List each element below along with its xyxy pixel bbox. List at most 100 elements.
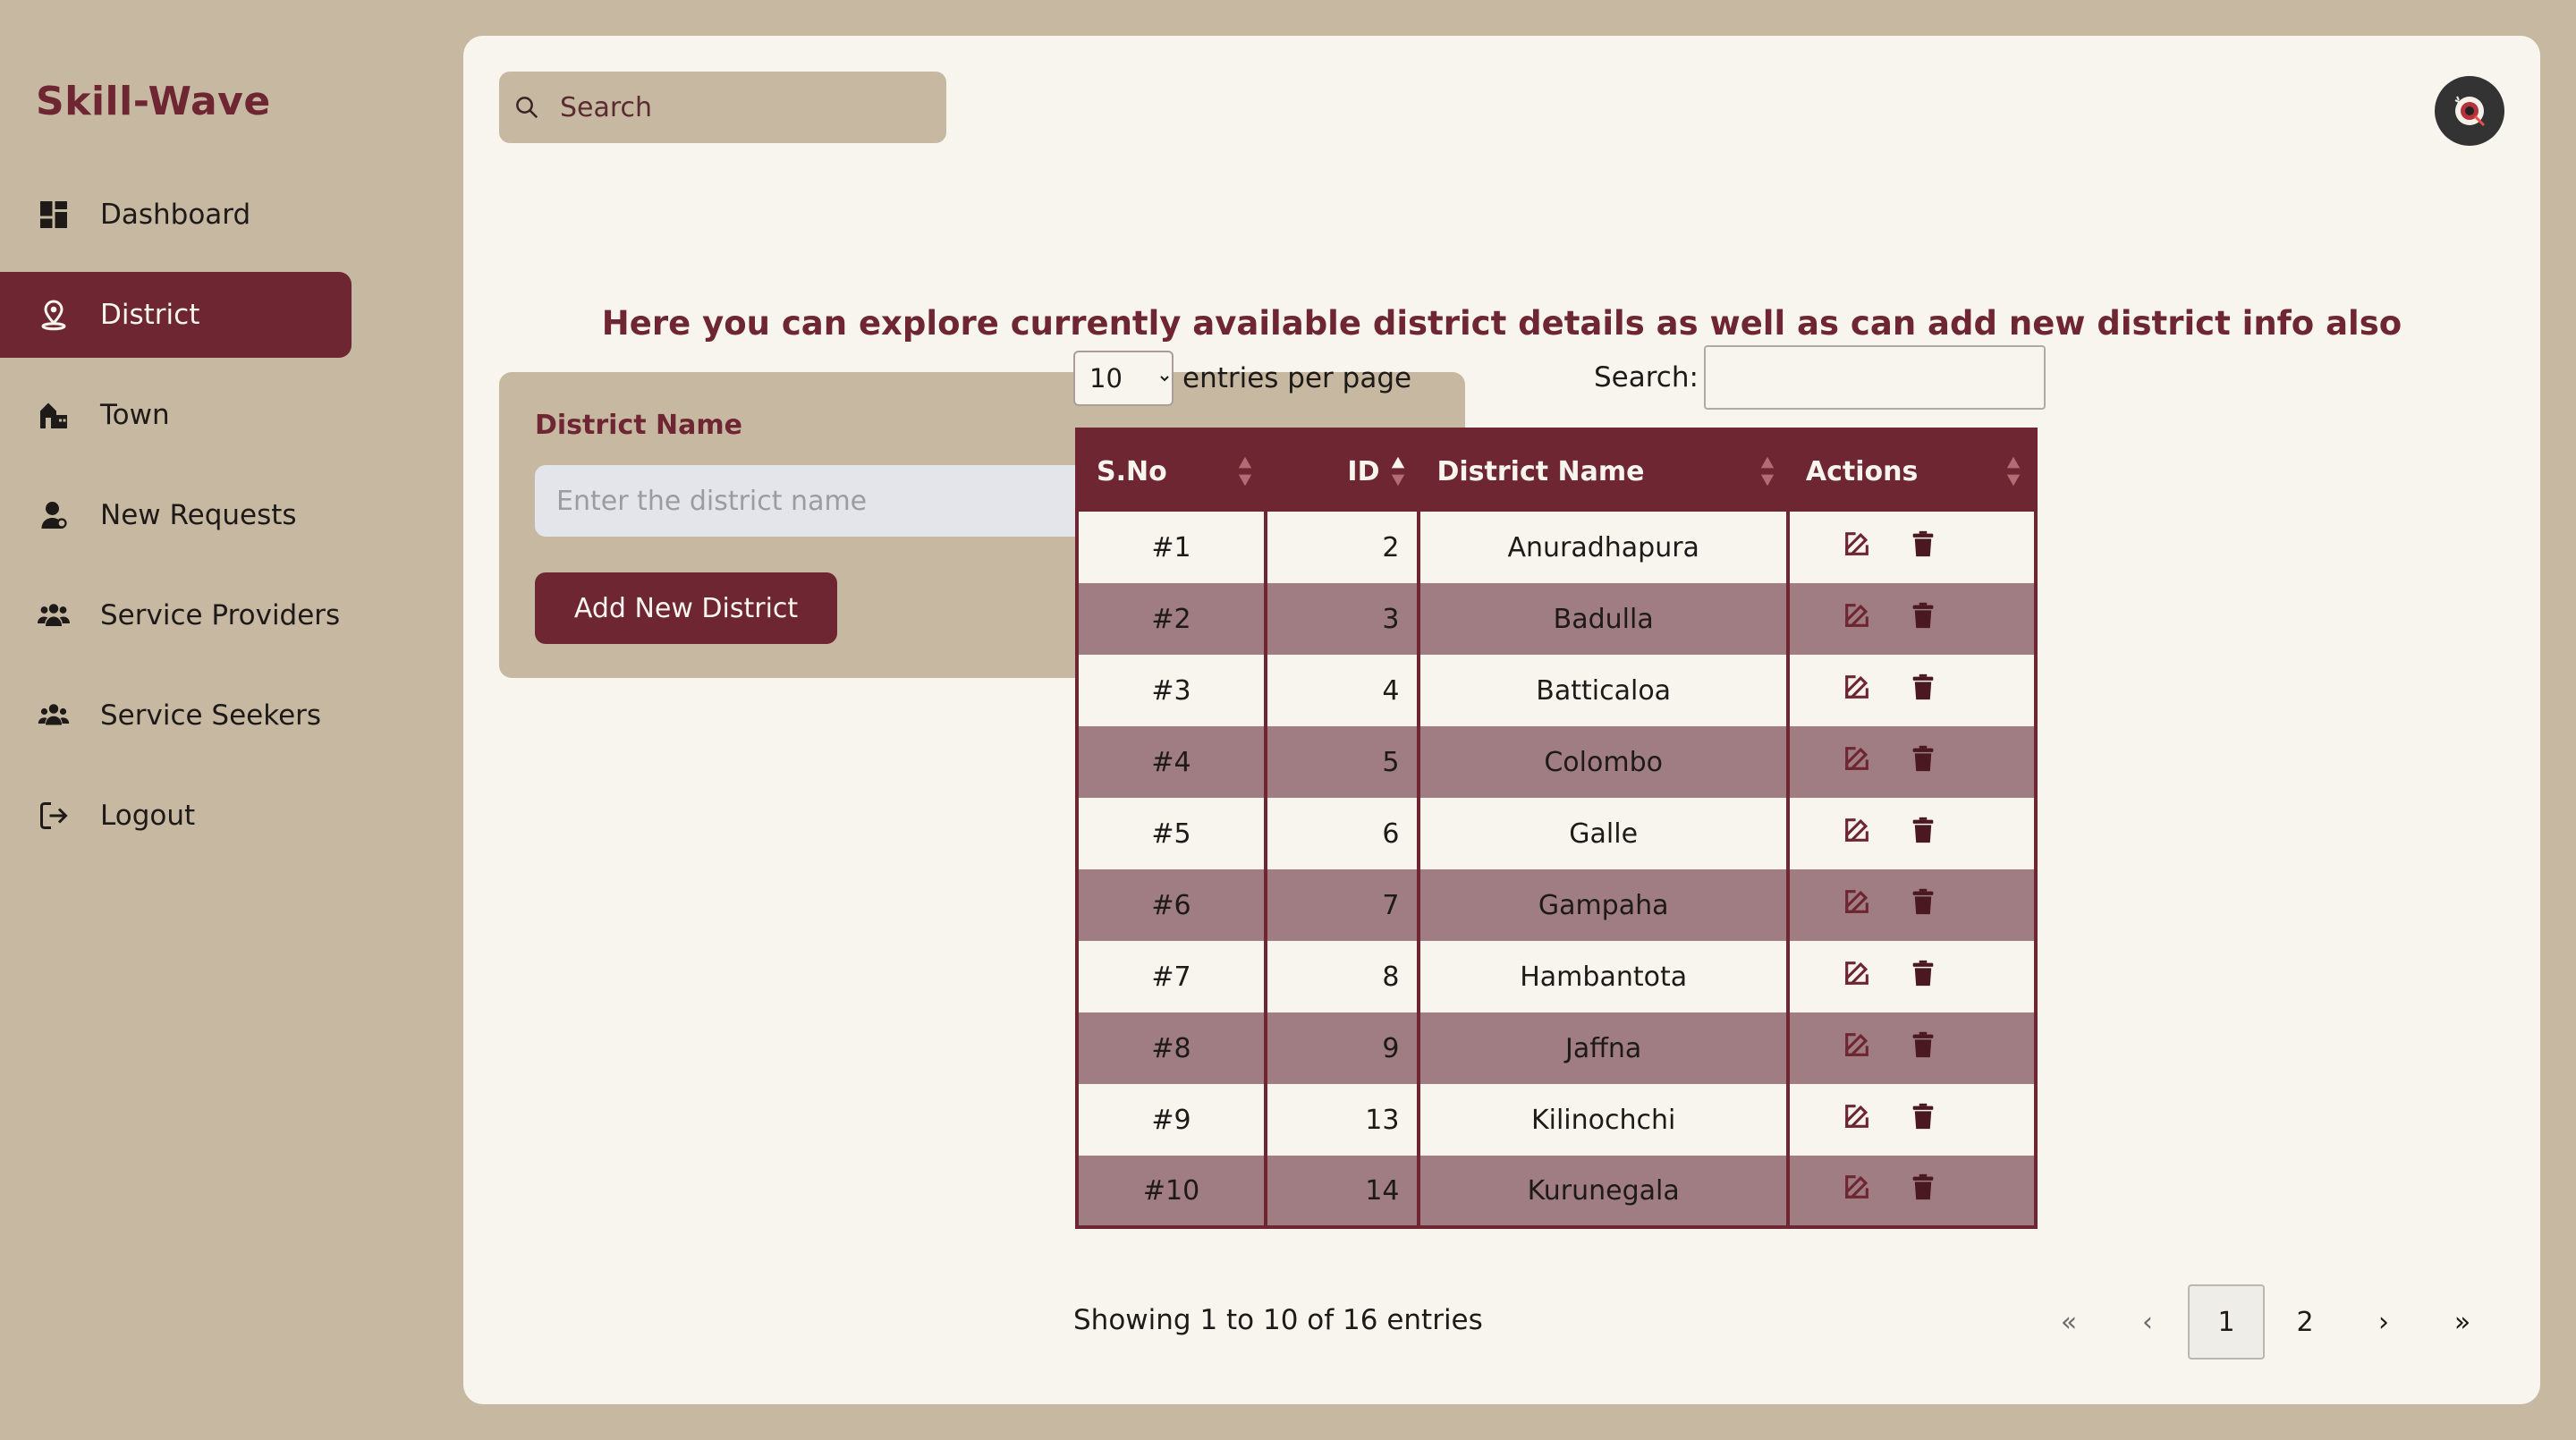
cell-actions	[1785, 798, 2038, 869]
cell-sno: #3	[1074, 655, 1268, 726]
sidebar-item-label: Logout	[100, 800, 196, 832]
sidebar-item-service-seekers[interactable]: Service Seekers	[0, 673, 352, 758]
avatar-icon[interactable]	[2435, 76, 2504, 146]
delete-icon[interactable]	[1908, 672, 1938, 709]
district-name-label: District Name	[535, 410, 742, 441]
delete-icon[interactable]	[1908, 958, 1938, 995]
location-pin-icon	[36, 297, 72, 333]
edit-icon[interactable]	[1842, 958, 1872, 995]
delete-icon[interactable]	[1908, 1029, 1938, 1067]
cell-actions	[1785, 655, 2038, 726]
table-search-input[interactable]	[1703, 345, 2046, 410]
sidebar-item-logout[interactable]: Logout	[0, 773, 352, 859]
districts-table: S.No ID District Name Actions #1 2 Anuradh…	[1074, 428, 2038, 1229]
cell-actions	[1785, 1084, 2038, 1156]
edit-icon[interactable]	[1842, 886, 1872, 924]
global-search[interactable]	[499, 72, 946, 143]
edit-icon[interactable]	[1842, 815, 1872, 852]
cell-sno: #6	[1074, 869, 1268, 941]
table-search: Search:	[1594, 345, 2046, 410]
cell-sno: #9	[1074, 1084, 1268, 1156]
col-sno-label: S.No	[1097, 455, 1167, 487]
sort-asc-icon	[1392, 456, 1405, 487]
delete-icon[interactable]	[1908, 743, 1938, 781]
table-row: #9 13 Kilinochchi	[1074, 1084, 2038, 1156]
delete-icon[interactable]	[1908, 1101, 1938, 1139]
cell-district-name: Batticaloa	[1417, 655, 1790, 726]
col-district-name[interactable]: District Name	[1419, 429, 1788, 512]
cell-district-name: Badulla	[1417, 583, 1790, 655]
table-body: #1 2 Anuradhapura #2 3 Badulla #3 4 Batticaloa #4…	[1074, 512, 2038, 1227]
cell-district-name: Kurunegala	[1417, 1156, 1790, 1227]
logout-icon	[36, 798, 72, 834]
col-actions[interactable]: Actions	[1787, 429, 2036, 512]
col-sno[interactable]: S.No	[1077, 429, 1267, 512]
cell-actions	[1785, 869, 2038, 941]
page-2-button[interactable]: 2	[2267, 1284, 2343, 1360]
cell-district-name: Gampaha	[1417, 869, 1790, 941]
cell-actions	[1785, 726, 2038, 798]
cell-sno: #10	[1074, 1156, 1268, 1227]
edit-icon[interactable]	[1842, 529, 1872, 566]
sidebar-item-town[interactable]: Town	[0, 372, 352, 458]
delete-icon[interactable]	[1908, 529, 1938, 566]
edit-icon[interactable]	[1842, 672, 1872, 709]
cell-actions	[1785, 583, 2038, 655]
page-size-select[interactable]: 10	[1073, 351, 1174, 406]
table-header-row: S.No ID District Name Actions	[1077, 429, 2036, 512]
cell-id: 4	[1264, 655, 1421, 726]
cell-district-name: Galle	[1417, 798, 1790, 869]
prev-page-button[interactable]: ‹	[2109, 1284, 2186, 1360]
sidebar-item-dashboard[interactable]: Dashboard	[0, 172, 352, 258]
sidebar-item-label: Dashboard	[100, 199, 251, 231]
edit-icon[interactable]	[1842, 1101, 1872, 1139]
sidebar-item-district[interactable]: District	[0, 272, 352, 358]
cell-district-name: Colombo	[1417, 726, 1790, 798]
cell-actions	[1785, 1156, 2038, 1227]
edit-icon[interactable]	[1842, 1172, 1872, 1209]
cell-id: 9	[1264, 1012, 1421, 1084]
town-buildings-icon	[36, 397, 72, 433]
pagination: « ‹ 1 2 › »	[2030, 1284, 2503, 1360]
cell-id: 5	[1264, 726, 1421, 798]
col-actions-label: Actions	[1805, 455, 1919, 487]
entries-per-page: 10 entries per page	[1073, 351, 1411, 406]
edit-icon[interactable]	[1842, 600, 1872, 638]
cell-id: 3	[1264, 583, 1421, 655]
last-page-button[interactable]: »	[2424, 1284, 2501, 1360]
search-input[interactable]	[560, 91, 936, 123]
sidebar-item-new-requests[interactable]: New Requests	[0, 472, 352, 558]
next-page-button[interactable]: ›	[2345, 1284, 2422, 1360]
entries-info: Showing 1 to 10 of 16 entries	[1073, 1304, 1483, 1336]
search-icon	[516, 97, 538, 119]
table-row: #10 14 Kurunegala	[1074, 1156, 2038, 1227]
cell-sno: #2	[1074, 583, 1268, 655]
sidebar-item-service-providers[interactable]: Service Providers	[0, 572, 352, 658]
page-1-button[interactable]: 1	[2188, 1284, 2265, 1360]
col-id[interactable]: ID	[1266, 429, 1419, 512]
cell-actions	[1785, 941, 2038, 1012]
cell-id: 14	[1264, 1156, 1421, 1227]
add-new-district-button[interactable]: Add New District	[535, 572, 837, 644]
edit-icon[interactable]	[1842, 1029, 1872, 1067]
first-page-button[interactable]: «	[2030, 1284, 2107, 1360]
table-row: #5 6 Galle	[1074, 798, 2038, 869]
dashboard-icon	[36, 197, 72, 233]
cell-district-name: Anuradhapura	[1417, 512, 1790, 583]
sidebar-item-label: Service Seekers	[100, 699, 322, 732]
users-icon	[36, 698, 72, 733]
table-row: #1 2 Anuradhapura	[1074, 512, 2038, 583]
cell-district-name: Jaffna	[1417, 1012, 1790, 1084]
table-row: #6 7 Gampaha	[1074, 869, 2038, 941]
cell-id: 13	[1264, 1084, 1421, 1156]
delete-icon[interactable]	[1908, 886, 1938, 924]
cell-sno: #7	[1074, 941, 1268, 1012]
table-row: #7 8 Hambantota	[1074, 941, 2038, 1012]
brand-logo: Skill-Wave	[36, 79, 271, 124]
delete-icon[interactable]	[1908, 600, 1938, 638]
delete-icon[interactable]	[1908, 815, 1938, 852]
delete-icon[interactable]	[1908, 1172, 1938, 1209]
edit-icon[interactable]	[1842, 743, 1872, 781]
cell-actions	[1785, 1012, 2038, 1084]
page-headline: Here you can explore currently available…	[601, 304, 2402, 343]
